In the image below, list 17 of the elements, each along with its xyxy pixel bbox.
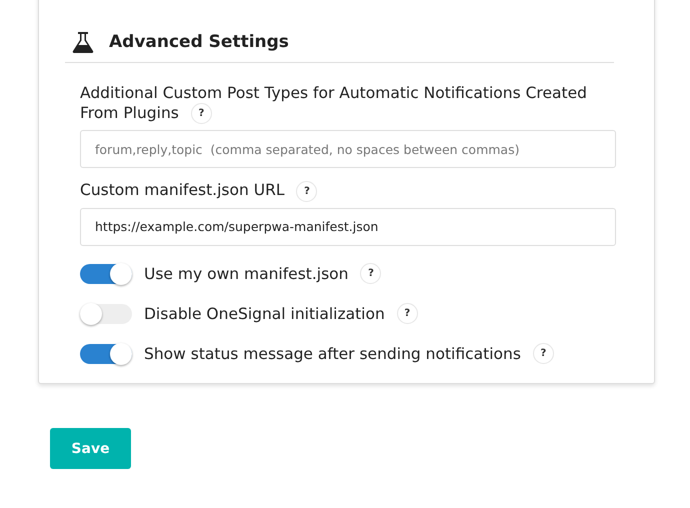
toggle-label: Show status message after sending notifications: [144, 344, 521, 362]
toggle-switch[interactable]: [80, 344, 132, 364]
toggle-switch[interactable]: [80, 304, 132, 324]
help-button[interactable]: ?: [396, 303, 418, 324]
input-field[interactable]: https://example.com/superpwa-manifest.json: [80, 208, 616, 246]
toggle-label: Use my own manifest.json: [144, 264, 348, 282]
flask-icon: [71, 30, 95, 54]
input-field[interactable]: forum,reply,topic (comma separated, no spaces between commas): [80, 130, 616, 168]
toggle-label: Disable OneSignal initialization: [144, 304, 385, 322]
help-button[interactable]: ?: [360, 263, 382, 284]
help-button[interactable]: ?: [190, 103, 212, 124]
section-title: Advanced Settings: [109, 32, 289, 52]
field-label: Custom manifest.json URL ?: [80, 181, 318, 200]
help-button[interactable]: ?: [296, 180, 318, 202]
toggle-switch[interactable]: [80, 264, 132, 284]
help-button[interactable]: ?: [532, 343, 554, 364]
field-label: Additional Custom Post Types for Automatic Notifications Created From Plugins ?: [80, 84, 587, 122]
